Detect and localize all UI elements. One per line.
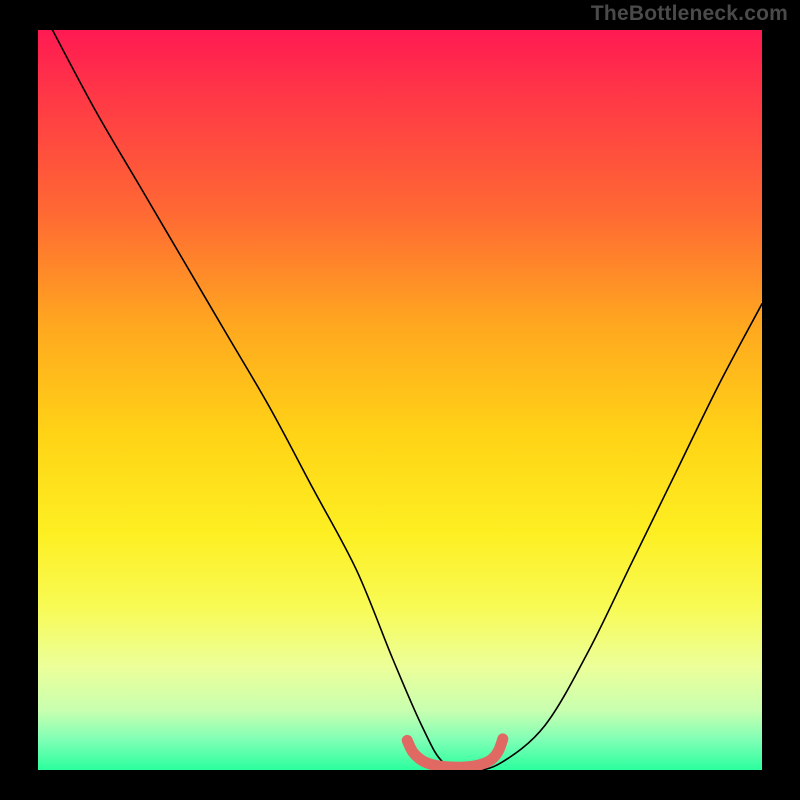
watermark-text: TheBottleneck.com	[591, 2, 788, 26]
optimal-zone-highlight	[407, 739, 503, 767]
chart-frame: TheBottleneck.com	[0, 0, 800, 800]
bottleneck-curve	[52, 30, 762, 770]
plot-area	[38, 30, 762, 770]
chart-svg	[38, 30, 762, 770]
